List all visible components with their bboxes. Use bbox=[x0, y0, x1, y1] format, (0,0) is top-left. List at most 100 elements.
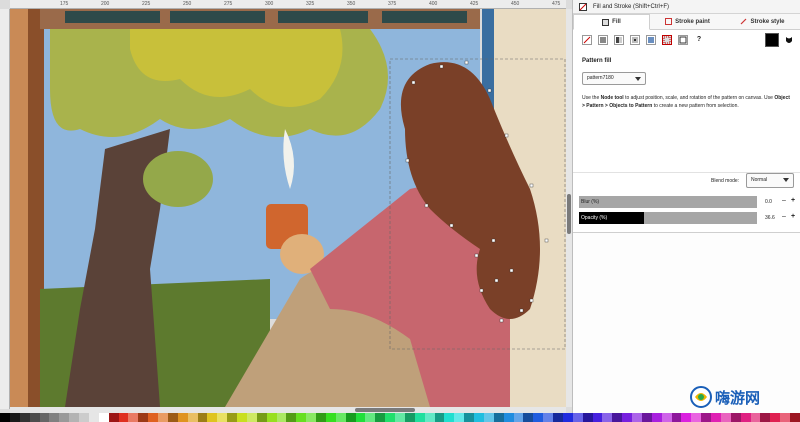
palette-swatch[interactable] bbox=[543, 413, 553, 422]
palette-swatch[interactable] bbox=[118, 413, 129, 422]
palette-swatch[interactable] bbox=[750, 413, 761, 422]
palette-swatch[interactable] bbox=[770, 413, 781, 422]
radial-gradient-button[interactable] bbox=[630, 35, 640, 45]
palette-swatch[interactable] bbox=[622, 413, 632, 422]
palette-swatch[interactable] bbox=[296, 413, 307, 422]
palette-swatch[interactable] bbox=[39, 413, 50, 422]
palette-swatch[interactable] bbox=[177, 413, 188, 422]
palette-swatch[interactable] bbox=[59, 413, 70, 422]
palette-swatch[interactable] bbox=[553, 413, 563, 422]
canvas-area[interactable]: 175 200 225 250 275 300 325 350 375 400 425 450 475 bbox=[0, 0, 572, 422]
palette-swatch[interactable] bbox=[395, 413, 405, 422]
palette-swatch[interactable] bbox=[760, 413, 771, 422]
palette-swatch[interactable] bbox=[720, 413, 731, 422]
palette-swatch[interactable] bbox=[671, 413, 682, 422]
pattern-dropdown[interactable]: pattern7180 bbox=[582, 72, 646, 85]
palette-swatch[interactable] bbox=[434, 413, 445, 422]
blur-increment-button[interactable]: + bbox=[791, 197, 795, 204]
opacity-increment-button[interactable]: + bbox=[791, 213, 795, 220]
palette-swatch[interactable] bbox=[641, 413, 652, 422]
palette-swatch[interactable] bbox=[138, 413, 149, 422]
palette-swatch[interactable] bbox=[483, 413, 494, 422]
palette-swatch[interactable] bbox=[562, 413, 573, 422]
palette-swatch[interactable] bbox=[29, 413, 40, 422]
palette-swatch[interactable] bbox=[207, 413, 218, 422]
palette-swatch[interactable] bbox=[148, 413, 158, 422]
palette-swatch[interactable] bbox=[790, 413, 800, 422]
palette-swatch[interactable] bbox=[592, 413, 603, 422]
palette-swatch[interactable] bbox=[49, 413, 60, 422]
palette-swatch[interactable] bbox=[345, 413, 356, 422]
palette-swatch[interactable] bbox=[701, 413, 711, 422]
opacity-decrement-button[interactable]: – bbox=[782, 213, 786, 220]
palette-swatch[interactable] bbox=[227, 413, 237, 422]
palette-swatch[interactable] bbox=[474, 413, 484, 422]
palette-swatch[interactable] bbox=[256, 413, 267, 422]
linear-gradient-button[interactable] bbox=[614, 35, 624, 45]
palette-swatch[interactable] bbox=[266, 413, 277, 422]
swatch-button[interactable] bbox=[678, 35, 688, 45]
palette-swatch[interactable] bbox=[286, 413, 297, 422]
fill-rule-icon[interactable] bbox=[785, 36, 793, 45]
palette-swatch[interactable] bbox=[651, 413, 662, 422]
palette-swatch[interactable] bbox=[730, 413, 741, 422]
palette-swatch[interactable] bbox=[355, 413, 366, 422]
tab-stroke-paint[interactable]: Stroke paint bbox=[650, 14, 725, 29]
palette-swatch[interactable] bbox=[9, 413, 20, 422]
palette-swatch[interactable] bbox=[158, 413, 168, 422]
vertical-scroll-thumb[interactable] bbox=[567, 194, 571, 234]
palette-swatch[interactable] bbox=[98, 413, 109, 422]
palette-swatch[interactable] bbox=[0, 413, 10, 422]
palette-swatch[interactable] bbox=[128, 413, 139, 422]
palette-swatch[interactable] bbox=[197, 413, 208, 422]
tab-stroke-style[interactable]: Stroke style bbox=[725, 14, 800, 29]
palette-swatch[interactable] bbox=[325, 413, 336, 422]
palette-swatch[interactable] bbox=[533, 413, 544, 422]
palette-swatch[interactable] bbox=[237, 413, 247, 422]
palette-swatch[interactable] bbox=[404, 413, 415, 422]
palette-swatch[interactable] bbox=[681, 413, 692, 422]
palette-swatch[interactable] bbox=[523, 413, 534, 422]
palette-swatch[interactable] bbox=[513, 413, 524, 422]
palette-swatch[interactable] bbox=[316, 413, 326, 422]
palette-swatch[interactable] bbox=[632, 413, 642, 422]
artwork-canvas[interactable] bbox=[10, 9, 566, 407]
color-palette[interactable] bbox=[0, 413, 800, 422]
blur-decrement-button[interactable]: – bbox=[782, 197, 786, 204]
palette-swatch[interactable] bbox=[385, 413, 395, 422]
palette-swatch[interactable] bbox=[602, 413, 613, 422]
horizontal-scroll-thumb[interactable] bbox=[355, 408, 415, 412]
blend-mode-dropdown[interactable]: Normal bbox=[746, 173, 794, 188]
palette-swatch[interactable] bbox=[306, 413, 316, 422]
blur-slider[interactable]: Blur (%) bbox=[579, 196, 757, 208]
palette-swatch[interactable] bbox=[780, 413, 790, 422]
opacity-slider[interactable]: Opacity (%) bbox=[579, 212, 757, 224]
palette-swatch[interactable] bbox=[108, 413, 119, 422]
palette-swatch[interactable] bbox=[414, 413, 425, 422]
palette-swatch[interactable] bbox=[79, 413, 89, 422]
palette-swatch[interactable] bbox=[335, 413, 346, 422]
palette-swatch[interactable] bbox=[612, 413, 623, 422]
flat-color-button[interactable] bbox=[598, 35, 608, 45]
pattern-button[interactable] bbox=[662, 35, 672, 45]
palette-swatch[interactable] bbox=[464, 413, 474, 422]
palette-swatch[interactable] bbox=[444, 413, 455, 422]
palette-swatch[interactable] bbox=[572, 413, 583, 422]
palette-swatch[interactable] bbox=[493, 413, 504, 422]
palette-swatch[interactable] bbox=[365, 413, 376, 422]
palette-swatch[interactable] bbox=[246, 413, 257, 422]
palette-swatch[interactable] bbox=[217, 413, 228, 422]
palette-swatch[interactable] bbox=[454, 413, 465, 422]
palette-swatch[interactable] bbox=[503, 413, 514, 422]
palette-swatch[interactable] bbox=[375, 413, 386, 422]
palette-swatch[interactable] bbox=[691, 413, 702, 422]
horizontal-ruler[interactable]: 175 200 225 250 275 300 325 350 375 400 425 450 475 bbox=[10, 0, 566, 9]
vertical-ruler[interactable] bbox=[0, 9, 10, 409]
palette-swatch[interactable] bbox=[711, 413, 721, 422]
mesh-gradient-button[interactable] bbox=[646, 35, 656, 45]
no-paint-button[interactable] bbox=[582, 35, 592, 45]
palette-swatch[interactable] bbox=[424, 413, 435, 422]
palette-swatch[interactable] bbox=[661, 413, 672, 422]
palette-swatch[interactable] bbox=[276, 413, 287, 422]
palette-swatch[interactable] bbox=[187, 413, 198, 422]
